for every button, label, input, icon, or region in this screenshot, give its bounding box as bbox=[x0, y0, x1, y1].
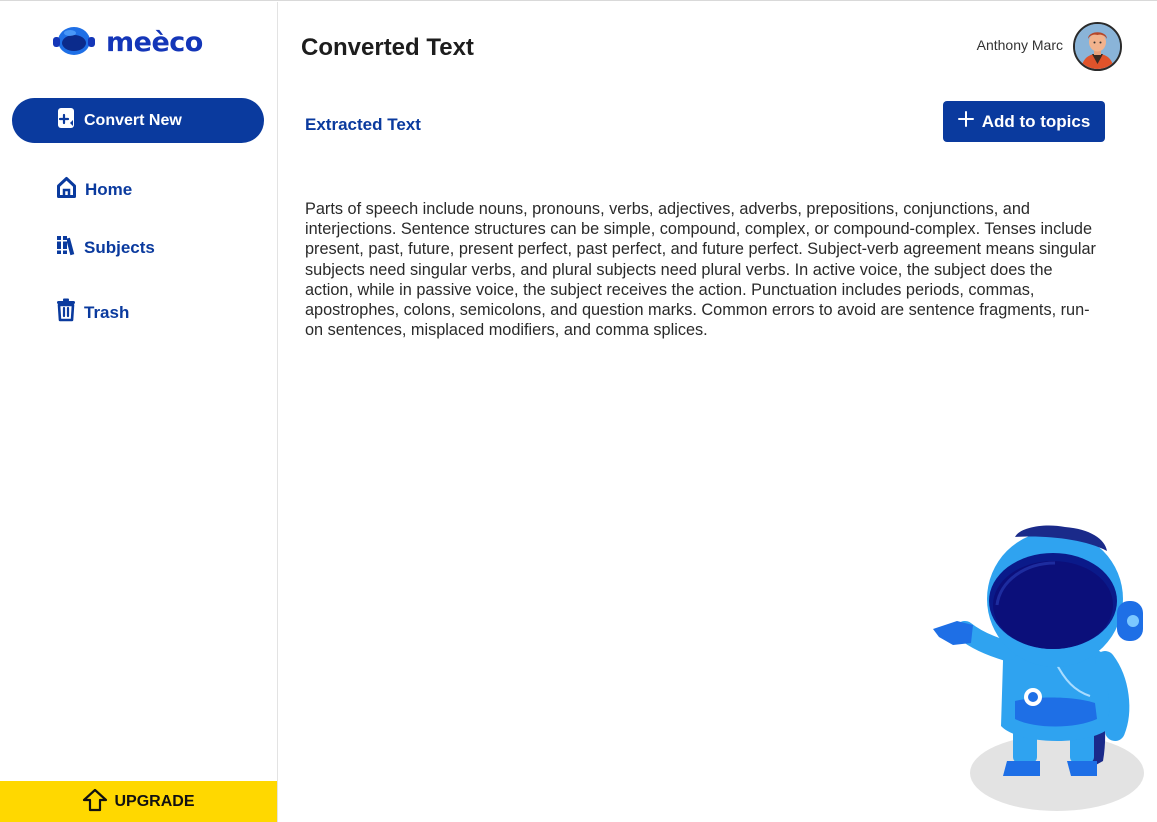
sidebar-item-subjects-label: Subjects bbox=[84, 237, 155, 257]
logo-text: meèco bbox=[106, 27, 203, 58]
extracted-text-heading: Extracted Text bbox=[305, 115, 421, 134]
trash-icon bbox=[56, 298, 76, 327]
upgrade-arrow-icon bbox=[82, 788, 108, 817]
plus-icon bbox=[957, 111, 974, 132]
upgrade-label: UPGRADE bbox=[114, 793, 195, 810]
user-name[interactable]: Anthony Marc bbox=[977, 37, 1063, 53]
add-to-topics-button[interactable]: Add to topics bbox=[943, 101, 1105, 142]
helmet-logo-icon bbox=[52, 24, 96, 61]
convert-new-button[interactable]: Convert New bbox=[12, 98, 264, 143]
logo[interactable]: meèco bbox=[52, 24, 203, 61]
avatar[interactable] bbox=[1073, 22, 1122, 71]
astronaut-mascot bbox=[925, 521, 1150, 816]
home-icon bbox=[56, 176, 77, 204]
extracted-text-body: Parts of speech include nouns, pronouns,… bbox=[305, 200, 1096, 340]
app-frame: meèco Convert New Home Subjects Trash UP… bbox=[0, 0, 1157, 822]
sidebar: meèco Convert New Home Subjects Trash UP… bbox=[0, 2, 278, 822]
add-to-topics-label: Add to topics bbox=[981, 111, 1091, 131]
upgrade-button[interactable]: UPGRADE bbox=[0, 781, 277, 822]
sidebar-item-home-label: Home bbox=[85, 180, 133, 199]
page-title: Converted Text bbox=[301, 34, 474, 61]
sidebar-item-subjects[interactable]: Subjects bbox=[56, 234, 155, 261]
books-icon bbox=[56, 234, 76, 261]
sidebar-item-home[interactable]: Home bbox=[56, 176, 132, 204]
sidebar-item-trash[interactable]: Trash bbox=[56, 298, 129, 327]
convert-new-label: Convert New bbox=[84, 111, 182, 129]
sidebar-item-trash-label: Trash bbox=[84, 302, 130, 322]
document-plus-icon bbox=[57, 107, 75, 134]
